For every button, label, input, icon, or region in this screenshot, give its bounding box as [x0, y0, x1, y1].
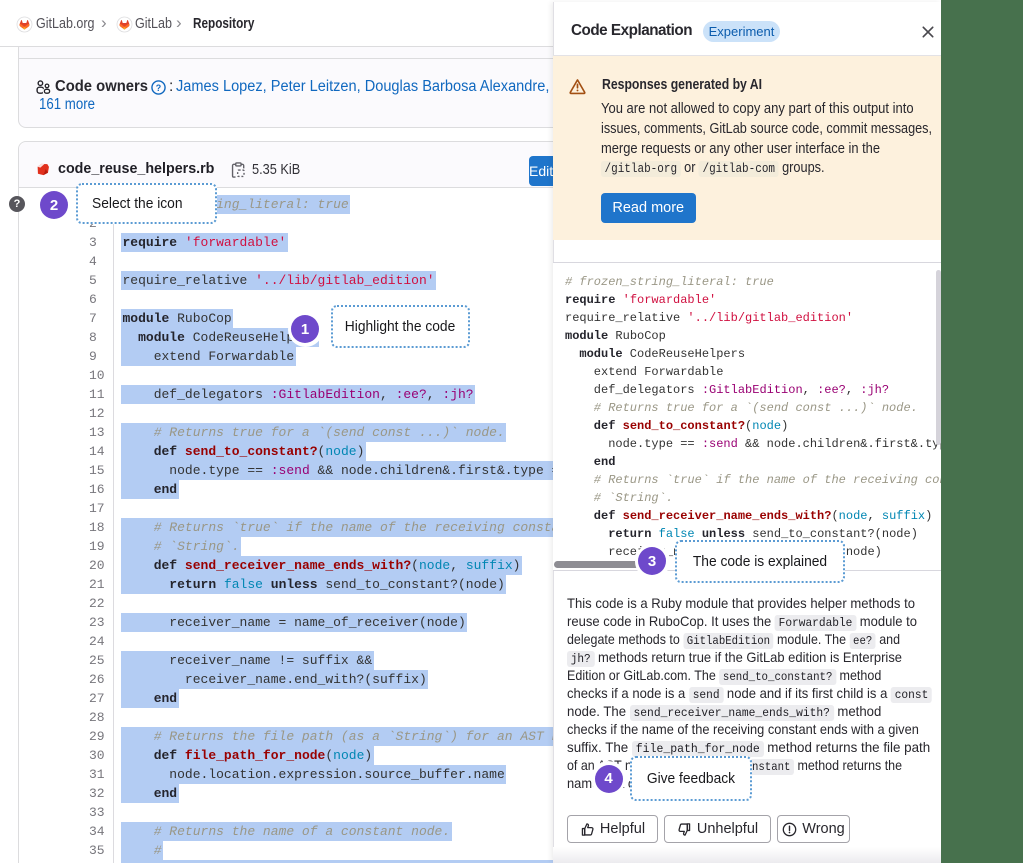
svg-text:?: ?	[155, 83, 160, 93]
